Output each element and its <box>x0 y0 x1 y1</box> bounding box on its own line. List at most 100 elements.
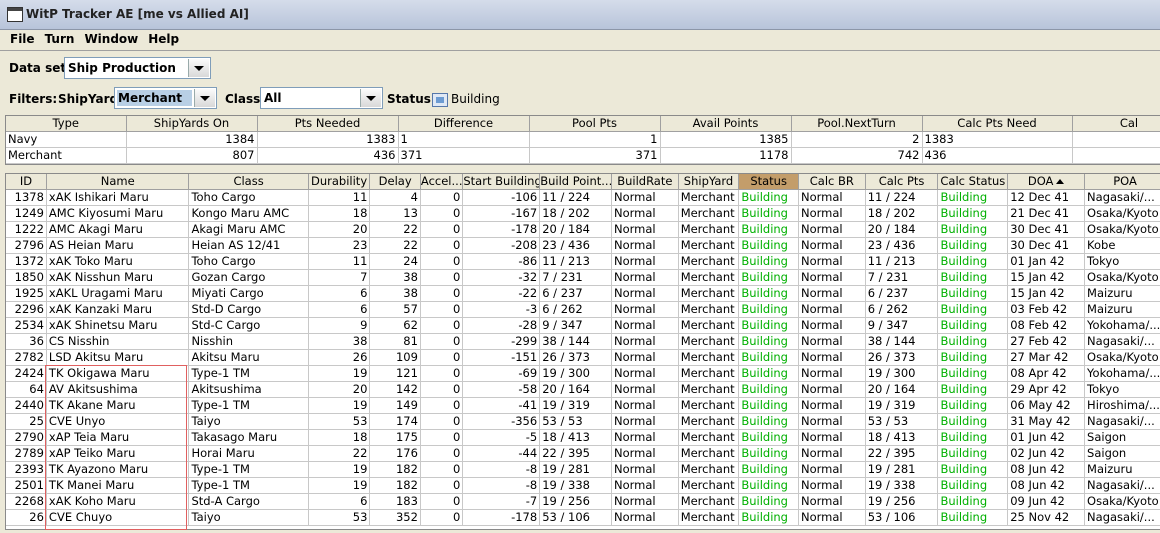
table-row[interactable]: 2782 LSD Akitsu Maru Akitsu Maru 26 109 0 -151… <box>6 349 1160 366</box>
class-select[interactable]: All <box>260 87 383 109</box>
column-header[interactable]: DOA <box>1007 174 1086 190</box>
column-header[interactable]: Status <box>738 174 799 190</box>
chevron-down-icon[interactable] <box>194 89 215 107</box>
column-header[interactable]: Calc Status <box>937 174 1009 190</box>
table-cell: 30 Dec 41 <box>1007 237 1086 254</box>
menu-window[interactable]: Window <box>79 30 143 49</box>
table-row[interactable]: 2789 xAP Teiko Maru Horai Maru 22 176 0 -44 22 … <box>6 445 1160 462</box>
table-cell: Building <box>738 381 799 398</box>
column-header[interactable]: Delay <box>369 174 421 190</box>
dataset-value: Ship Production <box>68 61 176 75</box>
table-row[interactable]: 2393 TK Ayazono Maru Type-1 TM 19 182 0 -8 19 /… <box>6 461 1160 478</box>
menu-turn[interactable]: Turn <box>40 30 80 49</box>
column-header[interactable]: Calc BR <box>798 174 866 190</box>
menu-help[interactable]: Help <box>143 30 184 49</box>
table-cell: 22 <box>369 237 421 254</box>
shipyard-select[interactable]: Merchant <box>114 87 217 109</box>
table-row[interactable]: 2790 xAP Teia Maru Takasago Maru 18 175 0 -5 18… <box>6 429 1160 446</box>
chevron-down-icon[interactable] <box>360 89 381 107</box>
table-row[interactable]: 25 CVE Unyo Taiyo 53 174 0 -356 53 / 53 Normal Me… <box>6 413 1160 430</box>
table-row[interactable]: 1222 AMC Akagi Maru Akagi Maru AMC 20 22 0 -17… <box>6 221 1160 238</box>
table-cell: 1249 <box>6 205 47 222</box>
table-cell: 6 / 262 <box>865 301 939 318</box>
summary-column-header[interactable]: Type <box>6 116 127 132</box>
table-cell: 182 <box>369 477 421 494</box>
table-cell: Normal <box>611 365 679 382</box>
table-cell: 121 <box>369 365 421 382</box>
table-cell: Merchant <box>678 349 740 366</box>
table-cell: Merchant <box>678 285 740 302</box>
column-header[interactable]: Calc Pts <box>865 174 939 190</box>
table-row[interactable]: 1925 xAKL Uragami Maru Miyati Cargo 6 38 0 -22… <box>6 285 1160 302</box>
column-header[interactable]: POA <box>1084 174 1160 190</box>
column-header[interactable]: ShipYard <box>678 174 740 190</box>
table-row[interactable]: 2424 TK Okigawa Maru Type-1 TM 19 121 0 -69 19 … <box>6 365 1160 382</box>
table-row[interactable]: 1249 AMC Kiyosumi Maru Kongo Maru AMC 18 13 0… <box>6 205 1160 222</box>
table-row[interactable]: 26 CVE Chuyo Taiyo 53 352 0 -178 53 / 106 Normal… <box>6 509 1160 526</box>
table-cell: Normal <box>798 397 866 414</box>
table-cell: 11 <box>308 253 371 270</box>
table-cell: Building <box>738 333 799 350</box>
sort-ascending-icon <box>1056 179 1065 184</box>
summary-cell <box>1072 131 1160 148</box>
column-header[interactable]: Durability <box>308 174 371 190</box>
column-header[interactable]: Accel... <box>420 174 464 190</box>
table-cell: Normal <box>798 477 866 494</box>
summary-row[interactable]: Merchant 807 436 371 371 1178 742 436 <box>6 147 1160 164</box>
table-cell: 22 <box>369 221 421 238</box>
table-row[interactable]: 64 AV Akitsushima Akitsushima 20 142 0 -58 20 /… <box>6 381 1160 398</box>
column-header[interactable]: ID <box>6 174 47 190</box>
table-row[interactable]: 2796 AS Heian Maru Heian AS 12/41 23 22 0 -208… <box>6 237 1160 254</box>
table-cell: 0 <box>420 429 464 446</box>
table-cell: Normal <box>611 413 679 430</box>
table-cell: 6 <box>308 493 371 510</box>
summary-column-header[interactable]: Calc Pts Need <box>922 116 1073 132</box>
table-row[interactable]: 2440 TK Akane Maru Type-1 TM 19 149 0 -41 19 / … <box>6 397 1160 414</box>
table-row[interactable]: 2534 xAK Shinetsu Maru Std-C Cargo 9 62 0 -28 9… <box>6 317 1160 334</box>
table-cell: Osaka/Kyoto <box>1084 493 1160 510</box>
table-cell: Merchant <box>678 461 740 478</box>
table-cell: Type-1 TM <box>188 397 309 414</box>
table-cell: 0 <box>420 397 464 414</box>
summary-column-header[interactable]: Pts Needed <box>257 116 399 132</box>
table-cell: Normal <box>611 269 679 286</box>
table-row[interactable]: 1850 xAK Nisshun Maru Gozan Cargo 7 38 0 -32 7 … <box>6 269 1160 286</box>
summary-row[interactable]: Navy 1384 1383 1 1 1385 2 1383 <box>6 131 1160 148</box>
chevron-down-icon[interactable] <box>188 59 209 77</box>
menu-file[interactable]: File <box>5 30 40 49</box>
table-cell: 0 <box>420 205 464 222</box>
summary-column-header[interactable]: ShipYards On <box>126 116 258 132</box>
table-cell: Building <box>937 237 1009 254</box>
table-cell: Normal <box>798 285 866 302</box>
summary-column-header[interactable]: Pool.NextTurn <box>791 116 923 132</box>
table-row[interactable]: 36 CS Nisshin Nisshin 38 81 0 -299 38 / 144 Norm… <box>6 333 1160 350</box>
column-header[interactable]: Build Point... <box>539 174 612 190</box>
table-cell: CS Nisshin <box>46 333 190 350</box>
table-cell: xAKL Uragami Maru <box>46 285 190 302</box>
table-row[interactable]: 1378 xAK Ishikari Maru Toho Cargo 11 4 0 -106 1… <box>6 189 1160 206</box>
building-status-icon[interactable] <box>432 93 448 107</box>
table-cell: 19 / 256 <box>539 493 612 510</box>
column-header[interactable]: BuildRate <box>611 174 679 190</box>
dataset-select[interactable]: Ship Production <box>64 57 211 79</box>
table-cell: 08 Feb 42 <box>1007 317 1086 334</box>
column-header[interactable]: Class <box>188 174 309 190</box>
table-row[interactable]: 1372 xAK Toko Maru Toho Cargo 11 24 0 -86 11 / … <box>6 253 1160 270</box>
ship-production-table[interactable]: ID Name Class Durability Delay Accel... Start … <box>5 173 1160 530</box>
summary-column-header[interactable]: Cal <box>1072 116 1160 132</box>
table-cell: 53 / 106 <box>539 509 612 526</box>
table-row[interactable]: 2296 xAK Kanzaki Maru Std-D Cargo 6 57 0 -3 6 /… <box>6 301 1160 318</box>
table-row[interactable]: 2268 xAK Koho Maru Std-A Cargo 6 183 0 -7 19 / … <box>6 493 1160 510</box>
table-cell: 0 <box>420 253 464 270</box>
summary-column-header[interactable]: Avail Points <box>660 116 792 132</box>
table-cell: 53 <box>308 413 371 430</box>
summary-column-header[interactable]: Pool Pts <box>529 116 661 132</box>
table-cell: Merchant <box>678 237 740 254</box>
column-header[interactable]: Name <box>46 174 190 190</box>
table-row[interactable]: 2501 TK Manei Maru Type-1 TM 19 182 0 -8 19 / 3… <box>6 477 1160 494</box>
table-cell: Takasago Maru <box>188 429 309 446</box>
table-cell: Building <box>738 397 799 414</box>
column-header[interactable]: Start Building <box>462 174 541 190</box>
status-value[interactable]: Building <box>451 88 500 110</box>
summary-column-header[interactable]: Difference <box>398 116 530 132</box>
